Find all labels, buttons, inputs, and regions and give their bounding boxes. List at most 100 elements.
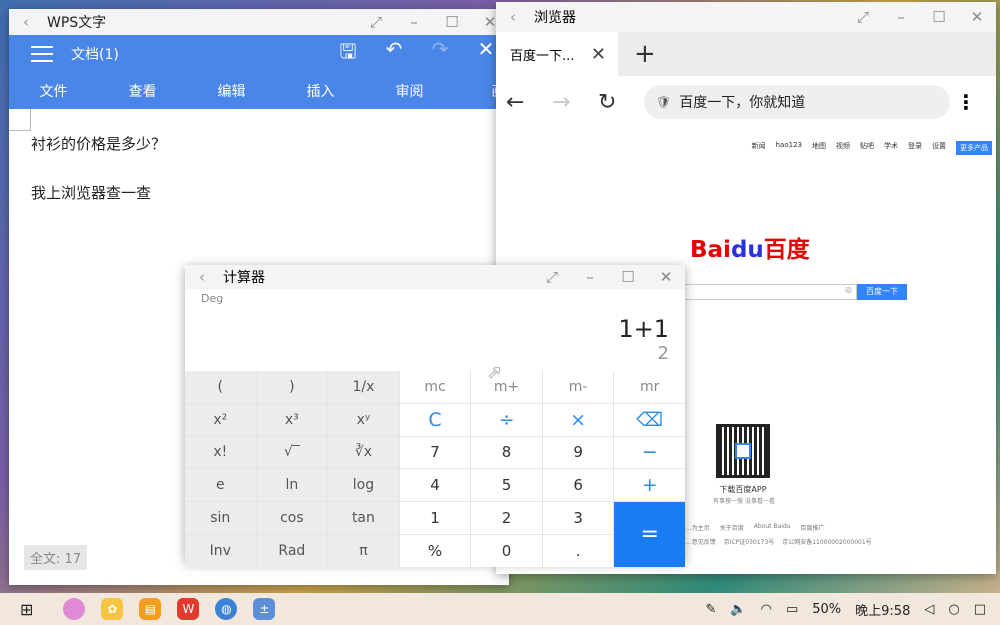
files-app-icon[interactable]: ▤	[139, 598, 162, 620]
browser-app-icon[interactable]: ◍	[215, 598, 238, 620]
footer-link[interactable]: 关于百度	[720, 523, 744, 532]
key-5[interactable]: 5	[471, 469, 542, 502]
footer-link[interactable]: ...意见反馈	[686, 537, 716, 546]
back-arrow-icon[interactable]: ←	[506, 90, 552, 115]
new-tab-icon[interactable]: +	[634, 39, 656, 69]
baidu-link[interactable]: hao123	[776, 141, 802, 155]
tab-insert[interactable]: 插入	[276, 81, 365, 101]
key-equals[interactable]: =	[614, 502, 685, 567]
maximize-icon[interactable]: ☐	[920, 8, 958, 26]
maximize-icon[interactable]: ☐	[433, 13, 471, 31]
key-4[interactable]: 4	[399, 469, 471, 502]
key-square[interactable]: x²	[185, 403, 256, 436]
key-ln[interactable]: ln	[256, 469, 328, 502]
minimize-icon[interactable]: –	[882, 8, 920, 26]
key-m-plus[interactable]: m+	[471, 371, 542, 403]
more-products-button[interactable]: 更多产品	[956, 141, 992, 155]
baidu-link[interactable]: 新闻	[752, 141, 766, 155]
save-icon[interactable]: 🖫	[325, 37, 371, 71]
more-options-icon[interactable]: ⋮	[956, 90, 976, 114]
key-clear[interactable]: C	[399, 403, 471, 436]
key-cbrt[interactable]: ∛x	[328, 436, 399, 469]
backspace-icon[interactable]: ⌫	[614, 403, 685, 436]
key-cube[interactable]: x³	[256, 403, 328, 436]
maximize-icon[interactable]: ☐	[609, 268, 647, 286]
tab-review[interactable]: 审阅	[365, 81, 454, 101]
key-2[interactable]: 2	[471, 502, 542, 534]
key-pi[interactable]: π	[328, 534, 399, 567]
pen-icon[interactable]: ✎	[706, 602, 717, 617]
key-9[interactable]: 9	[542, 436, 614, 469]
key-sqrt[interactable]: √‾	[256, 436, 328, 469]
key-open-paren[interactable]: (	[185, 371, 256, 403]
reload-icon[interactable]: ↻	[598, 90, 644, 115]
key-8[interactable]: 8	[471, 436, 542, 469]
nav-home-icon[interactable]: ○	[948, 602, 959, 617]
baidu-link[interactable]: 登录	[908, 141, 922, 155]
key-plus[interactable]: +	[614, 469, 685, 502]
baidu-link[interactable]: 学术	[884, 141, 898, 155]
key-close-paren[interactable]: )	[256, 371, 328, 403]
minimize-icon[interactable]: –	[571, 268, 609, 286]
key-reciprocal[interactable]: 1/x	[328, 371, 399, 403]
volume-icon[interactable]: 🔈	[730, 602, 746, 617]
fullscreen-icon[interactable]: ⤢	[533, 268, 571, 286]
camera-icon[interactable]: ◎	[845, 285, 852, 294]
key-sin[interactable]: sin	[185, 502, 256, 534]
key-divide[interactable]: ÷	[471, 403, 542, 436]
baidu-link[interactable]: 贴吧	[860, 141, 874, 155]
key-e[interactable]: e	[185, 469, 256, 502]
close-tab-icon[interactable]: ✕	[591, 44, 606, 65]
key-6[interactable]: 6	[542, 469, 614, 502]
tab-view[interactable]: 查看	[98, 81, 187, 101]
fullscreen-icon[interactable]: ⤢	[844, 8, 882, 26]
footer-link[interactable]: ...为主页	[686, 523, 710, 532]
wps-app-icon[interactable]: W	[177, 598, 200, 620]
baidu-link[interactable]: 视频	[836, 141, 850, 155]
close-icon[interactable]: ✕	[647, 268, 685, 286]
key-tan[interactable]: tan	[328, 502, 399, 534]
minimize-icon[interactable]: –	[395, 13, 433, 31]
back-icon[interactable]: ‹	[185, 268, 219, 286]
footer-link[interactable]: About Baidu	[754, 523, 791, 532]
back-icon[interactable]: ‹	[496, 8, 530, 26]
key-3[interactable]: 3	[542, 502, 614, 534]
back-icon[interactable]: ‹	[9, 13, 43, 31]
calculator-app-icon[interactable]: ±	[253, 598, 276, 620]
key-log[interactable]: log	[328, 469, 399, 502]
close-icon[interactable]: ✕	[958, 8, 996, 26]
tab-file[interactable]: 文件	[9, 81, 98, 101]
key-rad[interactable]: Rad	[256, 534, 328, 567]
wifi-icon[interactable]: ◠	[761, 602, 772, 617]
key-inv[interactable]: Inv	[185, 534, 256, 567]
key-mc[interactable]: mc	[399, 371, 471, 403]
key-multiply[interactable]: ×	[542, 403, 614, 436]
key-minus[interactable]: −	[614, 436, 685, 469]
baidu-link[interactable]: 设置	[932, 141, 946, 155]
key-factorial[interactable]: x!	[185, 436, 256, 469]
key-percent[interactable]: %	[399, 534, 471, 567]
fullscreen-icon[interactable]: ⤢	[357, 13, 395, 31]
nav-back-icon[interactable]: ◁	[924, 602, 934, 617]
gallery-app-icon[interactable]: ✿	[101, 598, 124, 620]
app-grid-icon[interactable]: ⊞	[20, 600, 33, 619]
baidu-link[interactable]: 地图	[812, 141, 826, 155]
footer-link[interactable]: 京公网安备11000002000001号	[782, 537, 871, 546]
footer-link[interactable]: 京ICP证030173号	[724, 537, 774, 546]
redo-icon[interactable]: ↷	[417, 37, 463, 71]
baidu-search-button[interactable]: 百度一下	[857, 284, 907, 300]
key-m-minus[interactable]: m-	[542, 371, 614, 403]
key-decimal[interactable]: .	[542, 534, 614, 567]
key-1[interactable]: 1	[399, 502, 471, 534]
undo-icon[interactable]: ↶	[371, 37, 417, 71]
forward-arrow-icon[interactable]: →	[552, 90, 598, 115]
key-mr[interactable]: mr	[614, 371, 685, 403]
key-0[interactable]: 0	[471, 534, 542, 567]
download-app-title[interactable]: 下载百度APP	[712, 484, 774, 495]
address-bar[interactable]: 🛡 百度一下，你就知道	[644, 85, 950, 119]
key-cos[interactable]: cos	[256, 502, 328, 534]
browser-tab[interactable]: 百度一下... ✕	[496, 32, 618, 76]
assistant-app-icon[interactable]	[63, 598, 86, 620]
baidu-search-input[interactable]: ◎	[685, 284, 857, 300]
hamburger-menu-icon[interactable]	[31, 46, 53, 62]
